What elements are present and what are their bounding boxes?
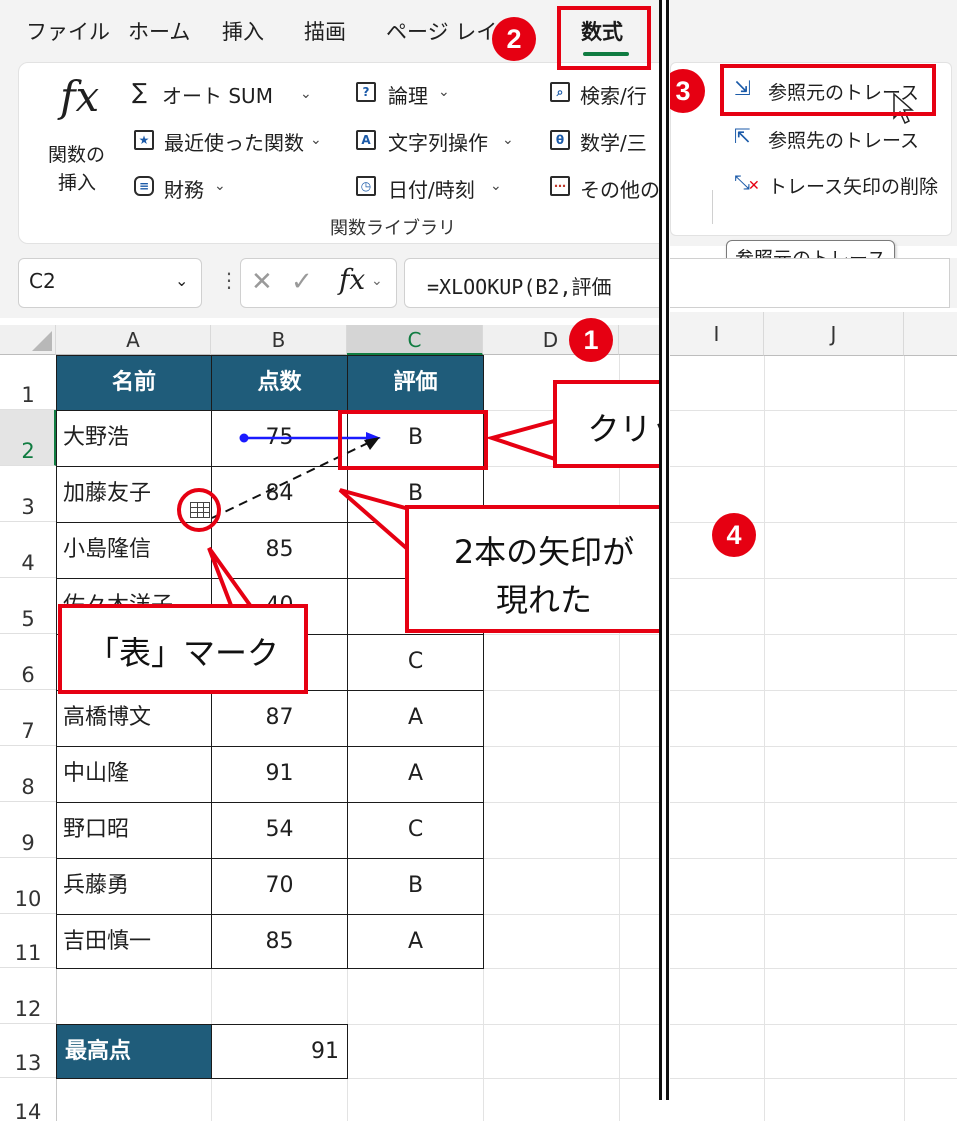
table-mark-callout: 「表」マーク bbox=[58, 604, 308, 694]
split-divider-1 bbox=[659, 0, 662, 1100]
click-callout: クリック bbox=[553, 380, 660, 468]
arrows-callout-line-1: 2本の矢印が bbox=[453, 533, 635, 571]
right-pane: ⇲ 参照元のトレース ⇱ 参照先のトレース ⤡ ✕ トレース矢印の削除 参照元の… bbox=[670, 0, 957, 1121]
step-4-badge: 4 bbox=[712, 513, 756, 557]
column-header-i[interactable]: I bbox=[670, 312, 764, 356]
trace-dependents-icon: ⇱ bbox=[734, 124, 751, 148]
left-pane: ファイル ホーム 挿入 描画 ページ レイ 数式 fx 関数の 挿入 ∑ オート… bbox=[0, 0, 660, 1121]
ribbon-separator bbox=[712, 190, 713, 224]
column-header-k[interactable] bbox=[904, 312, 957, 356]
arrows-callout: 2本の矢印が 現れた bbox=[405, 505, 660, 633]
split-divider-2 bbox=[666, 0, 669, 1100]
table-mark-callout-text: 「表」マーク bbox=[86, 634, 279, 672]
arrows-callout-line-2: 現れた bbox=[495, 581, 592, 619]
click-callout-text: クリック bbox=[587, 410, 660, 448]
formula-input-right[interactable] bbox=[670, 258, 950, 308]
table-mark-pointer bbox=[207, 546, 256, 610]
remove-arrows-button[interactable]: トレース矢印の削除 bbox=[768, 172, 938, 199]
click-callout-pointer bbox=[485, 417, 560, 463]
table-mark-circle bbox=[177, 488, 221, 532]
trace-precedents-highlight bbox=[720, 64, 936, 116]
trace-dependents-button[interactable]: 参照先のトレース bbox=[768, 126, 919, 153]
column-header-j[interactable]: J bbox=[764, 312, 904, 356]
remove-x-icon: ✕ bbox=[748, 178, 760, 194]
